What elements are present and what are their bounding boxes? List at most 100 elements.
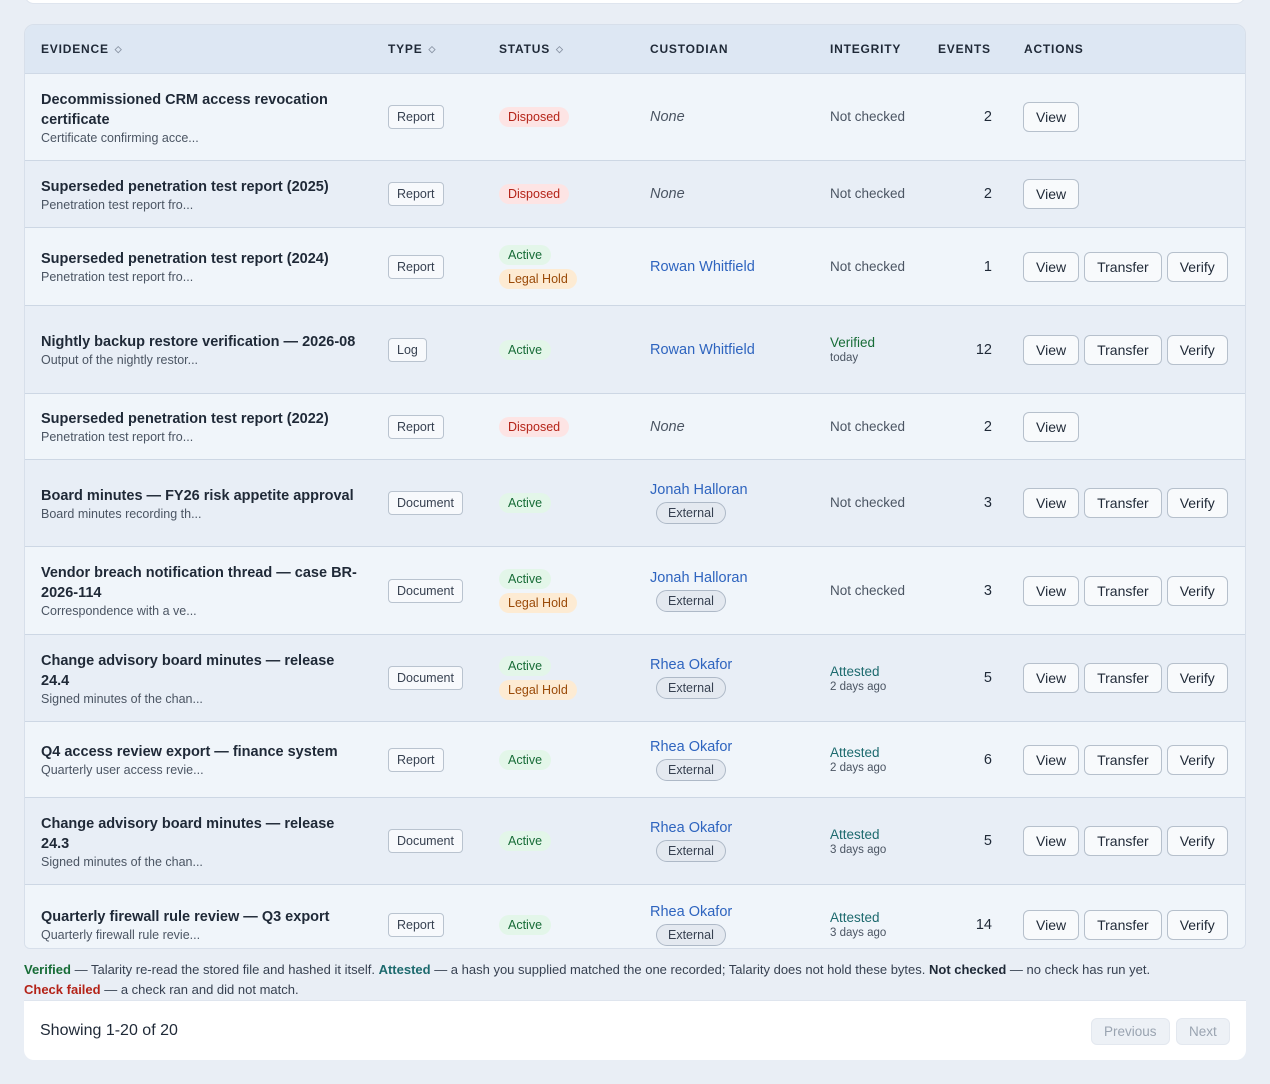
previous-button[interactable]: Previous: [1091, 1018, 1170, 1045]
custodian-link[interactable]: Jonah Halloran: [650, 482, 748, 498]
transfer-button[interactable]: Transfer: [1084, 826, 1162, 856]
view-button[interactable]: View: [1023, 663, 1080, 693]
transfer-button[interactable]: Transfer: [1084, 488, 1162, 518]
custodian-link[interactable]: Rhea Okafor: [650, 820, 732, 836]
verify-button[interactable]: Verify: [1166, 909, 1228, 940]
evidence-description: Quarterly user access revie...: [41, 763, 204, 777]
external-badge: External: [656, 840, 726, 862]
status-cell: Disposed: [499, 394, 570, 459]
header-status[interactable]: STATUS ◇: [499, 42, 564, 56]
view-button[interactable]: View: [1023, 744, 1080, 775]
type-cell: Document: [388, 635, 463, 721]
evidence-title[interactable]: Nightly backup restore verification — 20…: [41, 332, 361, 352]
status-cell: Active: [499, 798, 552, 884]
custodian-cell: Jonah Halloran External: [650, 460, 748, 546]
transfer-button[interactable]: Transfer: [1084, 744, 1162, 775]
evidence-title[interactable]: Decommissioned CRM access revocation cer…: [41, 90, 361, 130]
view-button[interactable]: View: [1023, 488, 1080, 518]
verify-button[interactable]: Verify: [1166, 826, 1228, 856]
evidence-title[interactable]: Change advisory board minutes — release …: [41, 814, 361, 854]
evidence-title[interactable]: Superseded penetration test report (2022…: [41, 409, 361, 429]
events-cell: 14: [938, 885, 992, 948]
evidence-title[interactable]: Quarterly firewall rule review — Q3 expo…: [41, 907, 361, 927]
type-badge: Document: [388, 829, 463, 853]
view-button[interactable]: View: [1023, 575, 1080, 606]
actions-cell: View Transfer Verify: [1023, 460, 1228, 546]
header-type[interactable]: TYPE ◇: [388, 42, 436, 56]
type-cell: Report: [388, 228, 444, 305]
evidence-description: Output of the nightly restor...: [41, 353, 199, 367]
integrity-status: Not checked: [830, 186, 906, 201]
integrity-status: Not checked: [830, 109, 906, 124]
evidence-title[interactable]: Q4 access review export — finance system: [41, 742, 361, 762]
header-evidence[interactable]: EVIDENCE ◇: [41, 42, 122, 56]
integrity-status: Not checked: [830, 418, 906, 434]
view-button[interactable]: View: [1023, 909, 1080, 940]
actions-cell: View: [1023, 74, 1080, 160]
custodian-cell: Rowan Whitfield: [650, 306, 755, 393]
transfer-button[interactable]: Transfer: [1084, 334, 1162, 365]
integrity-cell: Attested 2 days ago: [830, 635, 886, 721]
custodian-link[interactable]: Rhea Okafor: [650, 739, 732, 755]
evidence-cell: Change advisory board minutes — release …: [41, 635, 361, 721]
evidence-title[interactable]: Vendor breach notification thread — case…: [41, 563, 361, 603]
verify-button[interactable]: Verify: [1166, 663, 1228, 693]
view-button[interactable]: View: [1023, 251, 1080, 282]
transfer-button[interactable]: Transfer: [1084, 575, 1162, 606]
evidence-title[interactable]: Superseded penetration test report (2024…: [41, 249, 361, 269]
type-badge: Report: [388, 105, 444, 129]
custodian-link[interactable]: Rhea Okafor: [650, 657, 732, 673]
transfer-button[interactable]: Transfer: [1084, 251, 1162, 282]
integrity-status: Attested: [830, 910, 880, 925]
custodian-link[interactable]: Jonah Halloran: [650, 570, 748, 586]
legend-verified-text: — Talarity re-read the stored file and h…: [70, 962, 379, 977]
verify-button[interactable]: Verify: [1166, 575, 1228, 606]
status-cell: Disposed: [499, 161, 570, 227]
events-cell: 1: [938, 228, 992, 305]
view-button[interactable]: View: [1023, 826, 1080, 856]
type-badge: Report: [388, 182, 444, 206]
custodian-link[interactable]: Rowan Whitfield: [650, 259, 755, 275]
view-button[interactable]: View: [1023, 179, 1080, 209]
evidence-title[interactable]: Superseded penetration test report (2025…: [41, 177, 361, 197]
integrity-cell: Attested 2 days ago: [830, 722, 886, 797]
custodian-link[interactable]: Rhea Okafor: [650, 904, 732, 920]
verify-button[interactable]: Verify: [1166, 744, 1228, 775]
transfer-button[interactable]: Transfer: [1084, 663, 1162, 693]
next-button[interactable]: Next: [1176, 1018, 1230, 1045]
status-active-badge: Active: [499, 749, 552, 770]
header-actions: ACTIONS: [1024, 42, 1084, 56]
integrity-cell: Attested 3 days ago: [830, 798, 886, 884]
view-button[interactable]: View: [1023, 102, 1080, 132]
status-cell: Active: [499, 722, 552, 797]
custodian-link[interactable]: Rowan Whitfield: [650, 342, 755, 358]
legend-attested-term: Attested: [378, 962, 431, 977]
integrity-cell: Not checked: [830, 460, 910, 546]
view-button[interactable]: View: [1023, 334, 1080, 365]
integrity-status: Not checked: [830, 495, 906, 510]
integrity-status: Not checked: [830, 258, 906, 274]
integrity-legend: Verified — Talarity re-read the stored f…: [24, 960, 1246, 1000]
integrity-time: today: [830, 352, 859, 364]
table-row: Change advisory board minutes — release …: [25, 635, 1245, 722]
type-badge: Report: [388, 254, 444, 279]
type-badge: Report: [388, 414, 444, 439]
view-button[interactable]: View: [1023, 411, 1080, 442]
type-badge: Report: [388, 747, 444, 772]
integrity-status: Attested: [830, 826, 880, 842]
evidence-cell: Board minutes — FY26 risk appetite appro…: [41, 460, 361, 546]
events-count: 3: [983, 582, 992, 599]
integrity-time: 2 days ago: [830, 680, 887, 693]
sort-icon: ◇: [428, 43, 437, 54]
evidence-title[interactable]: Board minutes — FY26 risk appetite appro…: [41, 486, 361, 506]
status-disposed-badge: Disposed: [499, 107, 570, 127]
integrity-time: 3 days ago: [830, 843, 887, 856]
verify-button[interactable]: Verify: [1166, 488, 1228, 518]
legal-hold-badge: Legal Hold: [499, 268, 577, 289]
verify-button[interactable]: Verify: [1166, 334, 1228, 365]
transfer-button[interactable]: Transfer: [1084, 909, 1162, 940]
evidence-cell: Superseded penetration test report (2024…: [41, 228, 361, 305]
status-active-badge: Active: [499, 339, 552, 360]
evidence-title[interactable]: Change advisory board minutes — release …: [41, 651, 361, 691]
verify-button[interactable]: Verify: [1166, 251, 1228, 282]
